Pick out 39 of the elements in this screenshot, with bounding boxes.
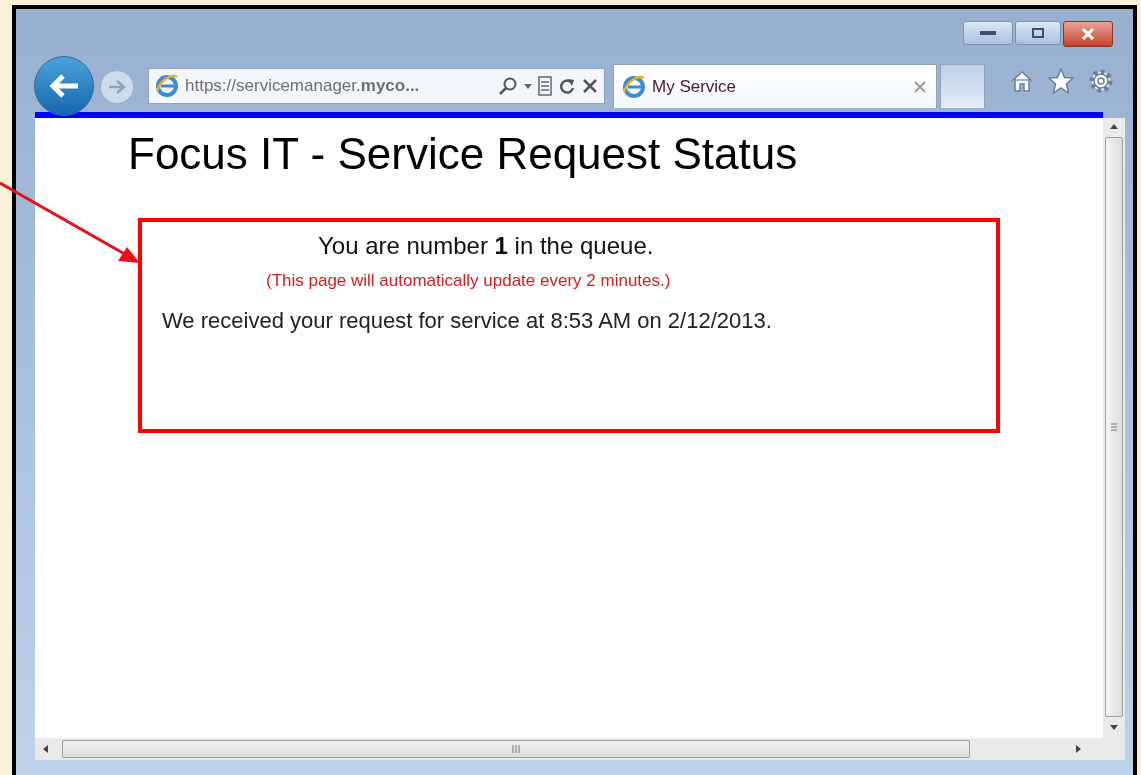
browser-tab[interactable]: My Service [613,64,937,108]
refresh-icon [558,76,576,96]
received-message: We received your request for service at 8:53 AM on 2/12/2013. [161,307,773,335]
grip-icon [1111,423,1117,431]
browser-logo-icon [155,74,179,98]
minimize-icon [980,31,996,35]
back-arrow-icon [48,73,80,99]
settings-icon[interactable] [1088,68,1114,94]
forward-arrow-icon [107,79,127,95]
refresh-note: (This page will automatically update every 2 minutes.) [265,270,672,292]
grip-icon [512,745,520,753]
scrollbar-thumb[interactable] [1105,137,1123,717]
dropdown-caret-icon [524,83,532,89]
scroll-down-icon [1110,725,1118,730]
vertical-scrollbar[interactable] [1103,118,1125,738]
star-icon[interactable] [1048,68,1074,94]
scroll-right-icon [1076,745,1081,753]
back-button[interactable] [34,56,94,116]
tab-title: My Service [652,75,737,98]
scrollbar-thumb[interactable] [62,740,970,758]
search-icon [498,76,518,96]
scroll-up-icon [1110,124,1118,129]
page-title: Focus IT - Service Request Status [127,128,799,180]
new-tab-button[interactable] [940,64,985,108]
maximize-button[interactable] [1015,21,1061,45]
compatibility-view-icon [538,76,552,96]
queue-message: You are number 1 in the queue. [317,231,655,261]
horizontal-scrollbar[interactable] [35,738,1125,760]
scroll-left-icon [43,745,48,753]
close-tab-icon [914,80,926,93]
address-bar[interactable]: https://servicemanager.myco... [148,68,605,104]
home-icon[interactable] [1010,69,1034,93]
maximize-icon [1032,28,1044,38]
minimize-button[interactable] [963,21,1013,45]
browser-logo-icon [622,74,646,99]
close-button[interactable] [1063,21,1113,47]
stop-icon [582,78,598,94]
address-text: https://servicemanager.myco... [185,75,420,98]
close-icon [1081,28,1095,40]
